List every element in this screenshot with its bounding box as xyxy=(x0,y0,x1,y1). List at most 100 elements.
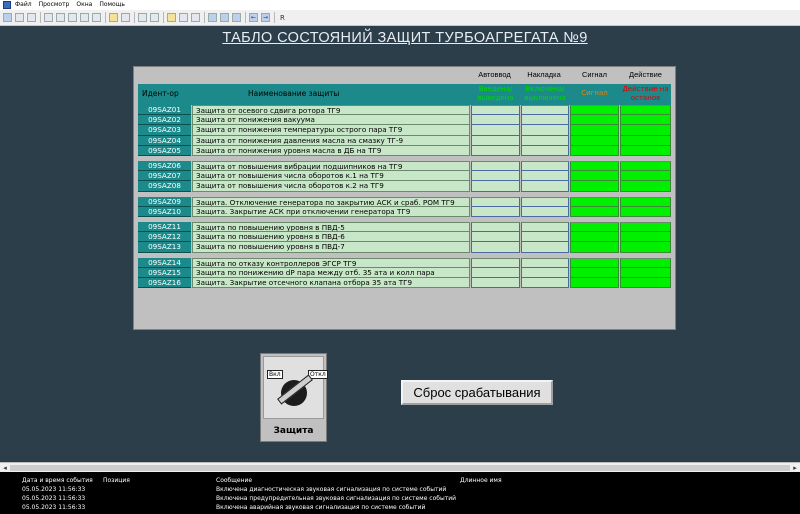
protection-id: 09SAZ04 xyxy=(138,135,191,146)
protection-name: Защита по повышению уровня в ПВД-5 xyxy=(192,222,470,233)
protection-id: 09SAZ05 xyxy=(138,145,191,156)
table-row: 09SAZ11 Защита по повышению уровня в ПВД-… xyxy=(138,222,671,233)
subheader-nakladka: Включена/ выключена xyxy=(524,85,566,102)
nakladka-cell xyxy=(521,257,569,268)
zoom-in-icon[interactable] xyxy=(68,13,77,22)
protection-name: Защита от повышения числа оборотов к.1 н… xyxy=(192,171,470,182)
autovvod-cell xyxy=(471,105,520,116)
action-indicator xyxy=(620,125,671,136)
bell-icon[interactable] xyxy=(167,13,176,22)
nakladka-cell xyxy=(521,145,569,156)
menu-file[interactable]: Файл xyxy=(15,0,32,10)
signal-indicator xyxy=(570,206,619,217)
horizontal-scrollbar[interactable]: ◂ ▸ xyxy=(0,462,800,472)
protection-name: Защита от понижения вакуума xyxy=(192,115,470,126)
signal-indicator xyxy=(570,125,619,136)
protection-id: 09SAZ10 xyxy=(138,206,191,217)
scroll-thumb[interactable] xyxy=(10,465,790,471)
zoom-out-icon[interactable] xyxy=(80,13,89,22)
protection-name: Защита от повышения вибрации подшипников… xyxy=(192,161,470,172)
signal-indicator xyxy=(570,196,619,207)
protection-id: 09SAZ01 xyxy=(138,105,191,116)
switch-face: Вкл Откл xyxy=(263,356,328,419)
autovvod-cell xyxy=(471,267,520,278)
grid-icon[interactable] xyxy=(44,13,53,22)
user-icon[interactable] xyxy=(109,13,118,22)
action-indicator xyxy=(620,267,671,278)
toolbar: ← → R xyxy=(0,10,800,26)
table-row: 09SAZ10 Защита. Закрытие АСК при отключен… xyxy=(138,206,671,217)
action-indicator xyxy=(620,115,671,126)
nakladka-cell xyxy=(521,267,569,278)
table-row: 09SAZ02 Защита от понижения вакуума xyxy=(138,115,671,126)
log-header-time: Дата и время события xyxy=(22,477,93,484)
table-row: 09SAZ12 Защита по повышению уровня в ПВД-… xyxy=(138,232,671,243)
nakladka-cell xyxy=(521,242,569,253)
col-header-signal: Сигнал xyxy=(581,70,608,79)
nakladka-cell xyxy=(521,206,569,217)
autovvod-cell xyxy=(471,125,520,136)
tools-icon[interactable] xyxy=(121,13,130,22)
log-time: 05.05.2023 11:56:33 xyxy=(22,504,86,511)
action-indicator xyxy=(620,145,671,156)
zoom-fit-icon[interactable] xyxy=(92,13,101,22)
subheader-signal: Сигнал xyxy=(581,89,608,97)
toolbar-separator xyxy=(163,12,164,23)
autovvod-cell xyxy=(471,278,520,289)
action-indicator xyxy=(620,206,671,217)
action-indicator xyxy=(620,257,671,268)
nakladka-cell xyxy=(521,171,569,182)
protection-id: 09SAZ13 xyxy=(138,242,191,253)
toolbar-r-button[interactable]: R xyxy=(280,14,285,22)
table-row: 09SAZ08 Защита от повышения числа оборото… xyxy=(138,181,671,192)
autovvod-cell xyxy=(471,232,520,243)
forward-arrow-icon[interactable]: → xyxy=(261,13,270,22)
menu-view[interactable]: Просмотр xyxy=(39,0,70,10)
protection-id: 09SAZ14 xyxy=(138,257,191,268)
toolbar-separator xyxy=(40,12,41,23)
event-log: Дата и время события Позиция Сообщение Д… xyxy=(0,472,800,514)
signal-indicator xyxy=(570,115,619,126)
autovvod-cell xyxy=(471,171,520,182)
protection-name: Защита от понижения уровня масла в ДБ на… xyxy=(192,145,470,156)
settings-icon[interactable] xyxy=(179,13,188,22)
log-header-position: Позиция xyxy=(103,477,130,484)
autovvod-cell xyxy=(471,196,520,207)
binoculars-icon[interactable] xyxy=(138,13,147,22)
find-icon[interactable] xyxy=(150,13,159,22)
window-icon[interactable] xyxy=(208,13,217,22)
nakladka-cell xyxy=(521,196,569,207)
protection-name: Защита по повышению уровня в ПВД-7 xyxy=(192,242,470,253)
new-icon[interactable] xyxy=(3,13,12,22)
table-header: Идент-ор Наименование защиты Введена/ вы… xyxy=(138,84,671,105)
protection-switch[interactable]: Вкл Откл Защита xyxy=(260,353,328,442)
print-icon[interactable] xyxy=(191,13,200,22)
signal-indicator xyxy=(570,278,619,289)
action-indicator xyxy=(620,161,671,172)
action-indicator xyxy=(620,135,671,146)
autovvod-cell xyxy=(471,115,520,126)
menu-windows[interactable]: Окна xyxy=(76,0,92,10)
header-id: Идент-ор xyxy=(142,89,179,98)
tile-icon[interactable] xyxy=(220,13,229,22)
signal-indicator xyxy=(570,242,619,253)
cascade-icon[interactable] xyxy=(232,13,241,22)
log-time: 05.05.2023 11:56:33 xyxy=(22,495,86,502)
select-icon[interactable] xyxy=(56,13,65,22)
action-indicator xyxy=(620,242,671,253)
app-icon xyxy=(3,1,11,9)
log-message: Включена предупредительная звуковая сигн… xyxy=(216,495,456,502)
log-message: Включена диагностическая звуковая сигнал… xyxy=(216,486,447,493)
signal-indicator xyxy=(570,171,619,182)
reset-trip-button[interactable]: Сброс срабатывания xyxy=(401,380,553,405)
page-title: ТАБЛО СОСТОЯНИЙ ЗАЩИТ ТУРБОАГРЕГАТА №9 xyxy=(222,30,588,46)
menu-bar: Файл Просмотр Окна Помощь xyxy=(0,0,800,10)
open-icon[interactable] xyxy=(15,13,24,22)
nakladka-cell xyxy=(521,222,569,233)
zoom-icon[interactable] xyxy=(27,13,36,22)
nakladka-cell xyxy=(521,278,569,289)
table-row: 09SAZ07 Защита от повышения числа оборото… xyxy=(138,171,671,182)
nakladka-cell xyxy=(521,105,569,116)
menu-help[interactable]: Помощь xyxy=(99,0,125,10)
back-arrow-icon[interactable]: ← xyxy=(249,13,258,22)
